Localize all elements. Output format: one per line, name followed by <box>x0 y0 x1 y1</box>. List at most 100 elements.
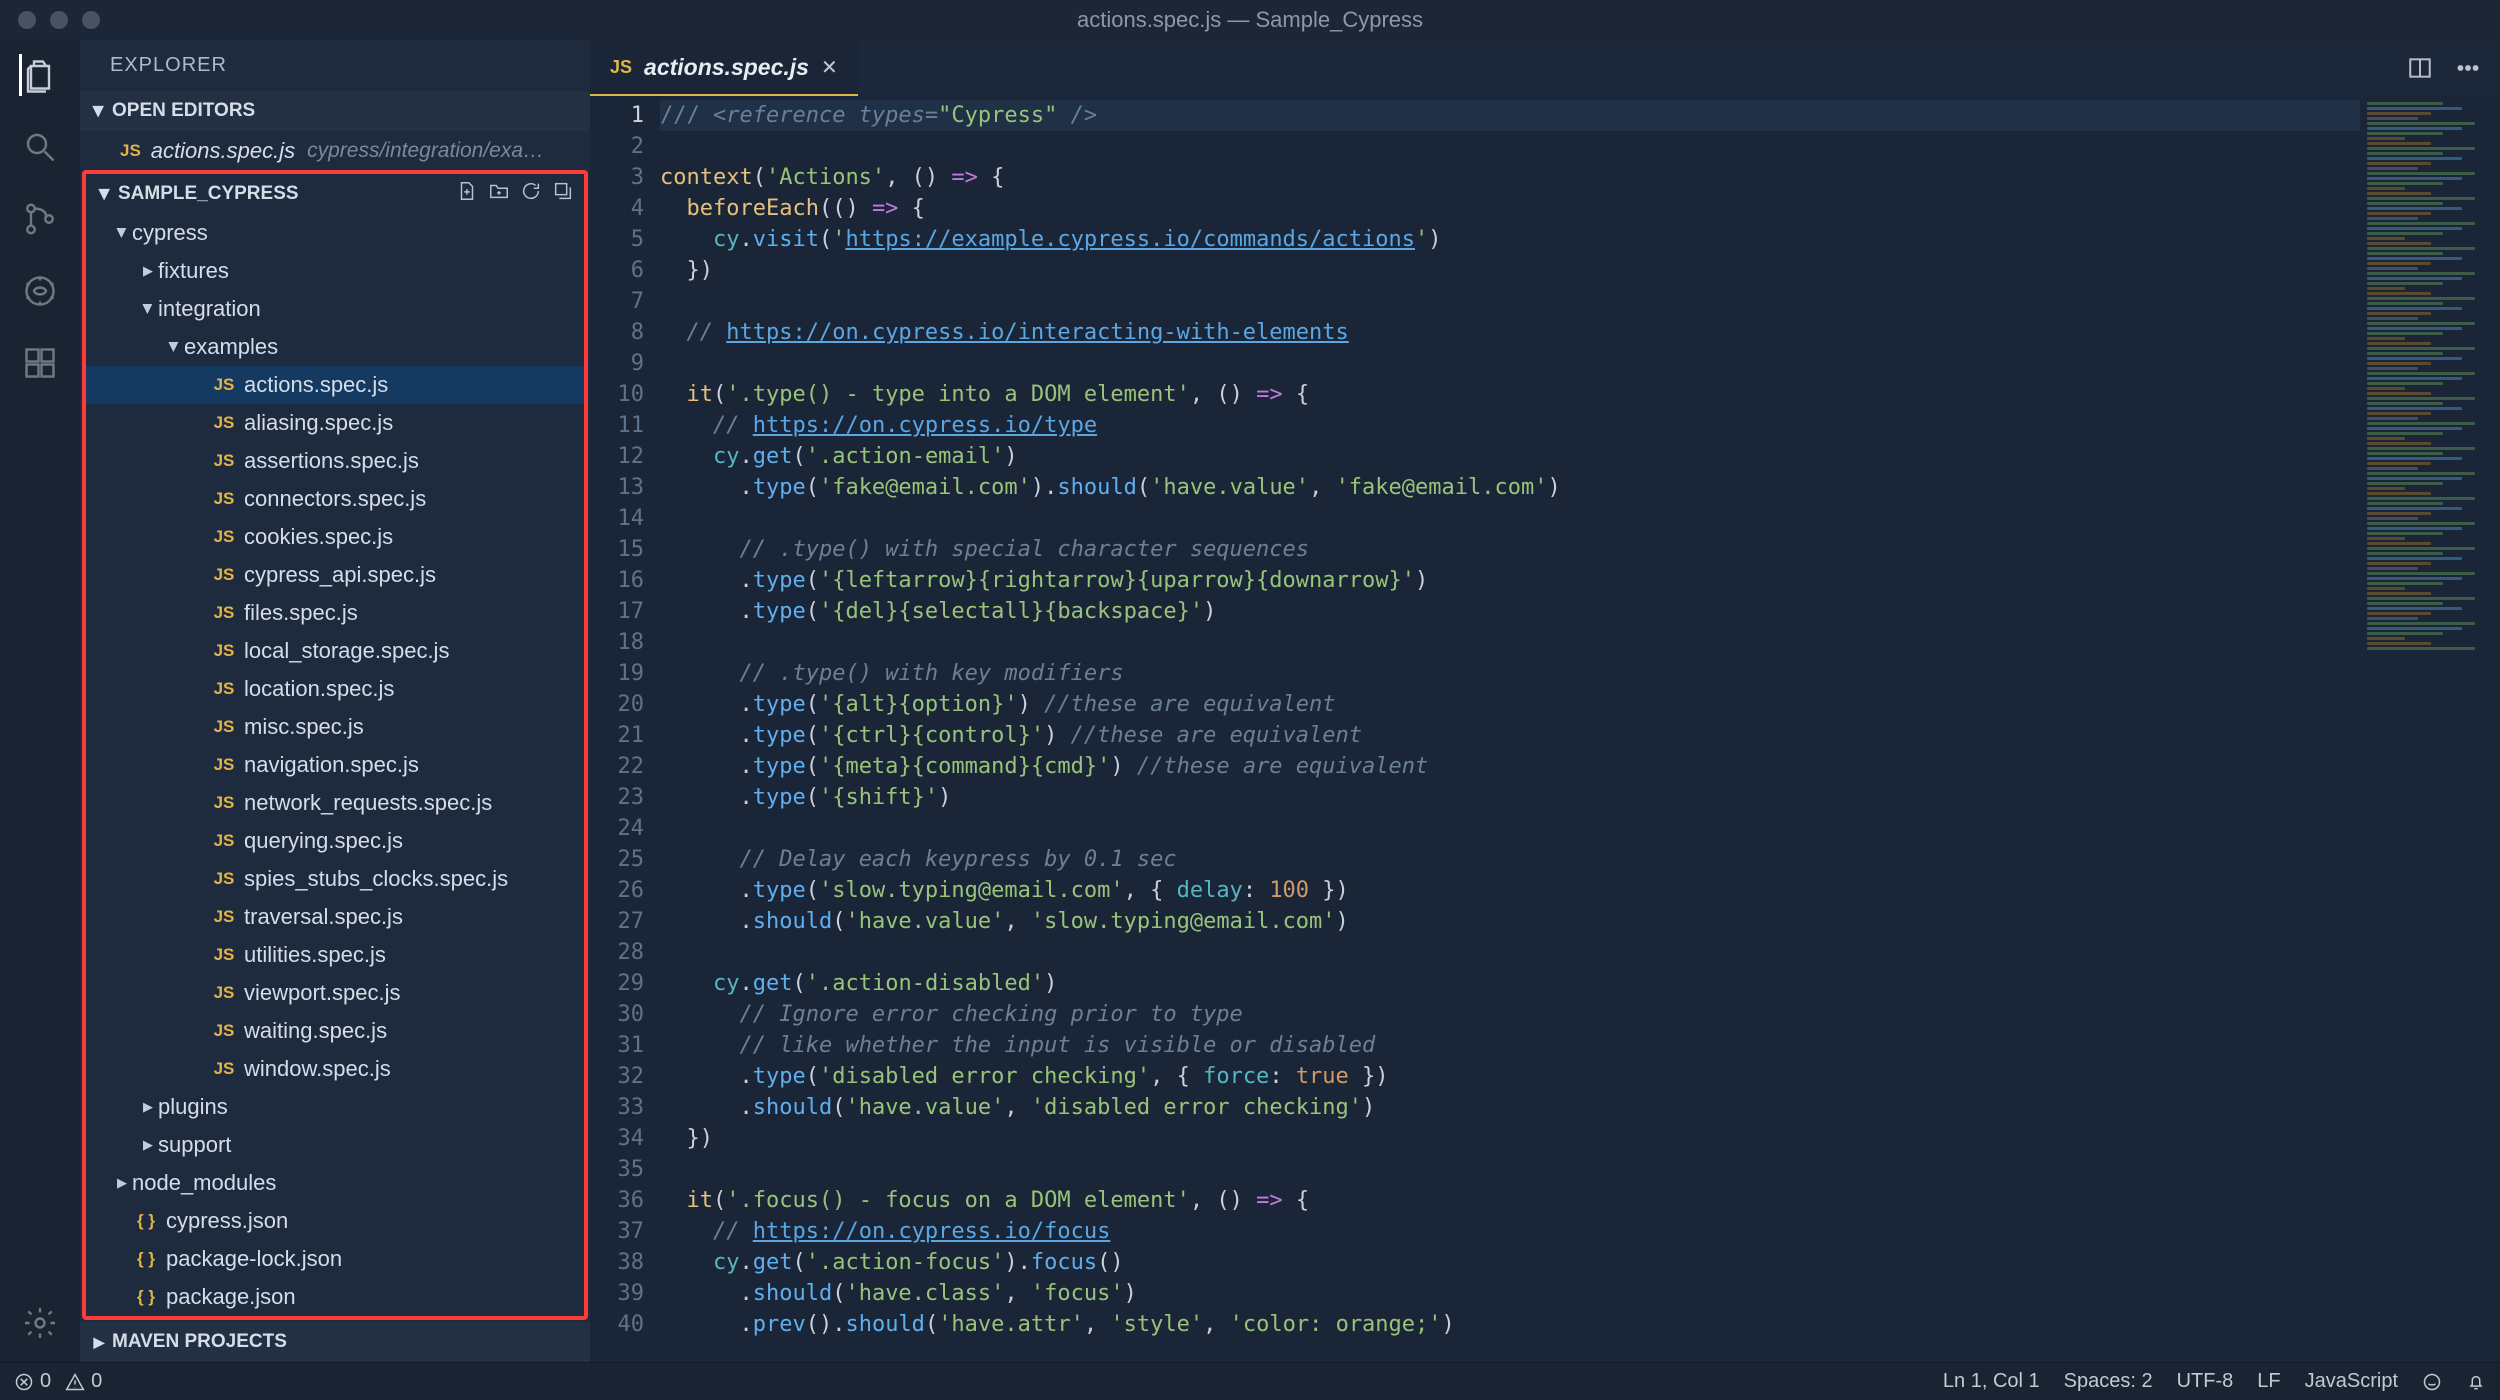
folder-plugins[interactable]: ▶plugins <box>86 1088 584 1126</box>
tab-filename: actions.spec.js <box>644 54 809 81</box>
file-label: location.spec.js <box>244 676 394 702</box>
encoding[interactable]: UTF-8 <box>2177 1370 2234 1393</box>
chevron-down-icon: ▶ <box>97 183 114 205</box>
file-assertions.spec.js[interactable]: JSassertions.spec.js <box>86 442 584 480</box>
json-icon: { } <box>132 1287 160 1307</box>
chevron-down-icon: ▶ <box>91 100 108 122</box>
file-package.json[interactable]: { } package.json <box>86 1278 584 1316</box>
folder-integration[interactable]: ▶integration <box>86 290 584 328</box>
file-traversal.spec.js[interactable]: JStraversal.spec.js <box>86 898 584 936</box>
js-icon: JS <box>120 141 141 161</box>
debug-icon[interactable] <box>19 270 61 312</box>
collapse-all-icon[interactable] <box>552 180 574 208</box>
file-connectors.spec.js[interactable]: JSconnectors.spec.js <box>86 480 584 518</box>
file-cookies.spec.js[interactable]: JScookies.spec.js <box>86 518 584 556</box>
folder-label: node_modules <box>132 1170 276 1196</box>
open-editors-header[interactable]: ▶ OPEN EDITORS <box>80 91 590 131</box>
folder-label: cypress <box>132 220 208 246</box>
file-label: cookies.spec.js <box>244 524 393 550</box>
folder-fixtures[interactable]: ▶fixtures <box>86 252 584 290</box>
folder-support[interactable]: ▶support <box>86 1126 584 1164</box>
folder-cypress[interactable]: ▶cypress <box>86 214 584 252</box>
editor-area: JS actions.spec.js ✕ 1234567891011121314… <box>590 40 2500 1362</box>
open-editors-label: OPEN EDITORS <box>112 100 255 122</box>
file-cypress.json[interactable]: { }cypress.json <box>86 1202 584 1240</box>
maven-projects-header[interactable]: ▶ MAVEN PROJECTS <box>80 1322 590 1362</box>
js-icon: JS <box>210 375 238 395</box>
file-querying.spec.js[interactable]: JSquerying.spec.js <box>86 822 584 860</box>
settings-gear-icon[interactable] <box>19 1302 61 1344</box>
chevron-down-icon: ▶ <box>140 299 156 319</box>
file-window.spec.js[interactable]: JSwindow.spec.js <box>86 1050 584 1088</box>
file-location.spec.js[interactable]: JSlocation.spec.js <box>86 670 584 708</box>
file-local_storage.spec.js[interactable]: JSlocal_storage.spec.js <box>86 632 584 670</box>
notifications-bell-icon[interactable] <box>2466 1372 2486 1392</box>
search-icon[interactable] <box>19 126 61 168</box>
project-header[interactable]: ▶ SAMPLE_CYPRESS <box>86 174 584 214</box>
file-actions.spec.js[interactable]: JS actions.spec.js <box>86 366 584 404</box>
cursor-position[interactable]: Ln 1, Col 1 <box>1943 1370 2040 1393</box>
new-folder-icon[interactable] <box>488 180 510 208</box>
file-label: navigation.spec.js <box>244 752 419 778</box>
errors-indicator[interactable]: 0 <box>14 1370 51 1393</box>
file-label: spies_stubs_clocks.spec.js <box>244 866 508 892</box>
js-icon: JS <box>210 755 238 775</box>
project-label: SAMPLE_CYPRESS <box>118 183 299 205</box>
folder-examples[interactable]: ▶examples <box>86 328 584 366</box>
window-minimize-dot[interactable] <box>50 11 68 29</box>
file-package-lock.json[interactable]: { }package-lock.json <box>86 1240 584 1278</box>
file-label: querying.spec.js <box>244 828 403 854</box>
warnings-indicator[interactable]: 0 <box>65 1370 102 1393</box>
folder-node_modules[interactable]: ▶node_modules <box>86 1164 584 1202</box>
refresh-icon[interactable] <box>520 180 542 208</box>
indentation[interactable]: Spaces: 2 <box>2064 1370 2153 1393</box>
js-icon: JS <box>210 717 238 737</box>
window-title: actions.spec.js — Sample_Cypress <box>1077 7 1423 33</box>
file-misc.spec.js[interactable]: JSmisc.spec.js <box>86 708 584 746</box>
open-editor-item[interactable]: JS actions.spec.js cypress/integration/e… <box>80 131 590 171</box>
chevron-right-icon: ▶ <box>138 1137 158 1153</box>
file-label: aliasing.spec.js <box>244 410 393 436</box>
explorer-icon[interactable] <box>19 54 61 96</box>
folder-label: fixtures <box>158 258 229 284</box>
titlebar: actions.spec.js — Sample_Cypress <box>0 0 2500 40</box>
file-spies_stubs_clocks.spec.js[interactable]: JSspies_stubs_clocks.spec.js <box>86 860 584 898</box>
split-editor-icon[interactable] <box>2406 54 2434 82</box>
activity-bar <box>0 40 80 1362</box>
file-network_requests.spec.js[interactable]: JSnetwork_requests.spec.js <box>86 784 584 822</box>
js-icon: JS <box>210 641 238 661</box>
file-aliasing.spec.js[interactable]: JSaliasing.spec.js <box>86 404 584 442</box>
file-waiting.spec.js[interactable]: JSwaiting.spec.js <box>86 1012 584 1050</box>
js-icon: JS <box>210 1021 238 1041</box>
file-utilities.spec.js[interactable]: JSutilities.spec.js <box>86 936 584 974</box>
file-label: utilities.spec.js <box>244 942 386 968</box>
file-cypress_api.spec.js[interactable]: JScypress_api.spec.js <box>86 556 584 594</box>
open-editor-path: cypress/integration/exa… <box>307 139 544 163</box>
file-label: actions.spec.js <box>244 372 388 398</box>
minimap[interactable] <box>2360 96 2500 1362</box>
source-control-icon[interactable] <box>19 198 61 240</box>
more-actions-icon[interactable] <box>2454 54 2482 82</box>
file-files.spec.js[interactable]: JSfiles.spec.js <box>86 594 584 632</box>
language-mode[interactable]: JavaScript <box>2305 1370 2398 1393</box>
js-icon: JS <box>210 793 238 813</box>
extensions-icon[interactable] <box>19 342 61 384</box>
js-icon: JS <box>210 1059 238 1079</box>
new-file-icon[interactable] <box>456 180 478 208</box>
close-icon[interactable]: ✕ <box>821 55 838 80</box>
code-editor[interactable]: /// <reference types="Cypress" /> contex… <box>660 96 2360 1362</box>
tab-actions-spec[interactable]: JS actions.spec.js ✕ <box>590 40 858 96</box>
file-navigation.spec.js[interactable]: JS navigation.spec.js <box>86 746 584 784</box>
json-icon: { } <box>132 1249 160 1269</box>
warning-count: 0 <box>91 1370 102 1393</box>
sidebar: EXPLORER ▶ OPEN EDITORS JS actions.spec.… <box>80 40 590 1362</box>
feedback-smiley-icon[interactable] <box>2422 1372 2442 1392</box>
file-viewport.spec.js[interactable]: JSviewport.spec.js <box>86 974 584 1012</box>
file-label: connectors.spec.js <box>244 486 426 512</box>
eol[interactable]: LF <box>2257 1370 2280 1393</box>
window-close-dot[interactable] <box>18 11 36 29</box>
file-label: package.json <box>166 1284 296 1310</box>
window-zoom-dot[interactable] <box>82 11 100 29</box>
folder-label: plugins <box>158 1094 228 1120</box>
chevron-down-icon: ▶ <box>166 337 182 357</box>
